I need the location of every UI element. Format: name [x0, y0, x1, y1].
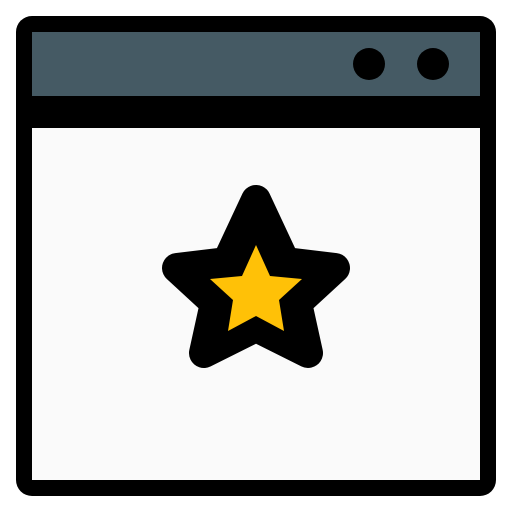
- browser-window-star-icon: [16, 16, 496, 496]
- window-dot-icon: [417, 48, 449, 80]
- window-dot-icon: [353, 48, 385, 80]
- title-bar: [32, 32, 480, 96]
